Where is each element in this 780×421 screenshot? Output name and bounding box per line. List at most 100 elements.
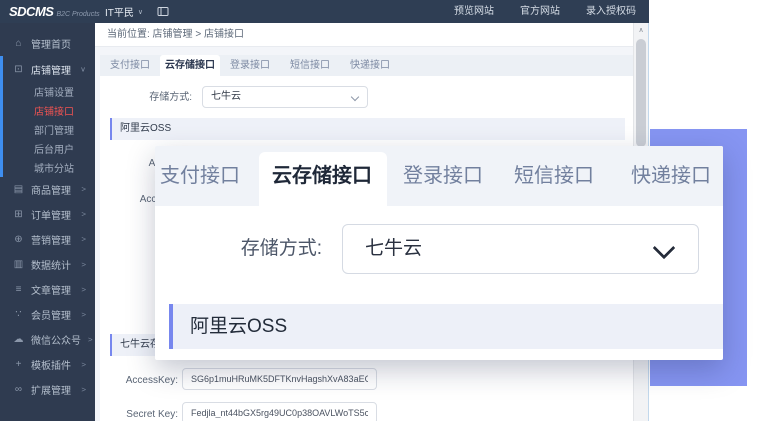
sidebar-item-shop-manage[interactable]: ⊡ 店铺管理 ∨ bbox=[0, 56, 95, 82]
sidebar-item-orders[interactable]: ⊞ 订单管理 > bbox=[0, 202, 95, 227]
article-icon: ≡ bbox=[13, 284, 24, 295]
chevron-right-icon: > bbox=[88, 335, 93, 343]
sidebar-item-members[interactable]: ∵ 会员管理 > bbox=[0, 302, 95, 327]
topbar: SDCMS B2C Products IT平民 ∨ 预览网站 官方网站 录入授权… bbox=[0, 0, 649, 23]
chevron-right-icon: > bbox=[81, 385, 86, 393]
overlay-section-aliyun-oss: 阿里云OSS bbox=[169, 304, 723, 349]
magnifier-overlay: 支付接口 云存储接口 登录接口 短信接口 快递接口 存储方式: 七牛云 阿里云O… bbox=[155, 146, 723, 360]
chevron-right-icon: > bbox=[81, 285, 86, 293]
tab-express[interactable]: 快递接口 bbox=[340, 55, 400, 76]
sidebar-item-label: 管理首页 bbox=[31, 36, 71, 51]
overlay-tab-sms[interactable]: 短信接口 bbox=[514, 146, 594, 206]
shop-icon: ⊡ bbox=[13, 64, 24, 75]
qiniu-secretkey-label: Secret Key: bbox=[100, 404, 178, 421]
overlay-tab-payment[interactable]: 支付接口 bbox=[160, 146, 240, 206]
qiniu-accesskey-field[interactable] bbox=[182, 368, 377, 390]
sidebar-item-articles[interactable]: ≡ 文章管理 > bbox=[0, 277, 95, 302]
tab-payment[interactable]: 支付接口 bbox=[100, 55, 160, 76]
sidebar-item-label: 后台用户 bbox=[34, 141, 74, 156]
breadcrumb: 当前位置: 店铺管理 > 店铺接口 bbox=[95, 23, 633, 47]
tab-strip: 支付接口 云存储接口 登录接口 短信接口 快递接口 bbox=[100, 55, 633, 76]
user-menu[interactable]: IT平民 ∨ bbox=[105, 4, 143, 19]
chevron-right-icon: > bbox=[81, 235, 86, 243]
overlay-storage-method-value: 七牛云 bbox=[365, 238, 422, 259]
sidebar-item-label: 部门管理 bbox=[34, 122, 74, 137]
qiniu-secretkey-field[interactable] bbox=[182, 402, 377, 421]
preview-site-button[interactable]: 预览网站 bbox=[441, 0, 507, 23]
chevron-down-icon: ∨ bbox=[138, 8, 143, 16]
sidebar-item-products[interactable]: ▤ 商品管理 > bbox=[0, 177, 95, 202]
logo-suffix: B2C Products bbox=[56, 11, 99, 18]
overlay-tab-express[interactable]: 快递接口 bbox=[631, 146, 711, 206]
chevron-down-icon bbox=[653, 237, 676, 260]
sidebar-item-label: 店铺管理 bbox=[31, 62, 71, 77]
sidebar-item-label: 营销管理 bbox=[31, 232, 71, 247]
sidebar-item-department[interactable]: 部门管理 bbox=[0, 120, 95, 139]
topbar-links: 预览网站 官方网站 录入授权码 bbox=[441, 0, 649, 23]
sidebar-item-city-subsite[interactable]: 城市分站 bbox=[0, 158, 95, 177]
official-site-button[interactable]: 官方网站 bbox=[507, 0, 573, 23]
user-name: IT平民 bbox=[105, 4, 134, 19]
chevron-down-icon bbox=[351, 93, 359, 101]
chevron-right-icon: > bbox=[81, 210, 86, 218]
sidebar-item-templates[interactable]: + 模板插件 > bbox=[0, 352, 95, 377]
sidebar-item-label: 扩展管理 bbox=[31, 382, 71, 397]
sidebar-item-label: 模板插件 bbox=[31, 357, 71, 372]
overlay-tab-strip: 支付接口 云存储接口 登录接口 短信接口 快递接口 bbox=[155, 146, 723, 206]
sidebar-item-statistics[interactable]: ▥ 数据统计 > bbox=[0, 252, 95, 277]
enter-license-button[interactable]: 录入授权码 bbox=[573, 0, 649, 23]
collapse-icon bbox=[157, 6, 169, 17]
sidebar-item-label: 数据统计 bbox=[31, 257, 71, 272]
sidebar-item-home[interactable]: ⌂ 管理首页 bbox=[0, 30, 95, 56]
sidebar-item-label: 店铺设置 bbox=[34, 84, 74, 99]
sidebar-item-label: 城市分站 bbox=[34, 160, 74, 175]
chevron-right-icon: > bbox=[81, 260, 86, 268]
product-icon: ▤ bbox=[13, 184, 24, 195]
qiniu-secretkey-input[interactable] bbox=[191, 403, 368, 421]
sidebar-item-label: 文章管理 bbox=[31, 282, 71, 297]
scrollbar-up-arrow[interactable]: ∧ bbox=[634, 23, 648, 37]
sidebar-item-extensions[interactable]: ∞ 扩展管理 > bbox=[0, 377, 95, 402]
member-icon: ∵ bbox=[13, 309, 24, 320]
section-aliyun-oss: 阿里云OSS bbox=[110, 118, 625, 140]
sidebar-item-label: 微信公众号 bbox=[31, 332, 81, 347]
sidebar-item-marketing[interactable]: ⊕ 营销管理 > bbox=[0, 227, 95, 252]
overlay-storage-method-label: 存储方式: bbox=[155, 224, 322, 274]
sidebar-item-label: 商品管理 bbox=[31, 182, 71, 197]
sidebar-item-shop-settings[interactable]: 店铺设置 bbox=[0, 82, 95, 101]
chevron-right-icon: > bbox=[81, 185, 86, 193]
overlay-tab-login[interactable]: 登录接口 bbox=[403, 146, 483, 206]
chevron-down-icon: ∨ bbox=[80, 65, 86, 73]
sidebar-item-wechat[interactable]: ☁ 微信公众号 > bbox=[0, 327, 95, 352]
tab-login[interactable]: 登录接口 bbox=[220, 55, 280, 76]
sidebar-item-shop-interface[interactable]: 店铺接口 bbox=[0, 101, 95, 120]
sidebar-item-label: 订单管理 bbox=[31, 207, 71, 222]
logo-text: SDCMS bbox=[9, 4, 53, 19]
qiniu-accesskey-label: AccessKey: bbox=[100, 370, 178, 392]
overlay-storage-method-select[interactable]: 七牛云 bbox=[342, 224, 699, 274]
logo: SDCMS B2C Products bbox=[0, 4, 95, 19]
home-icon: ⌂ bbox=[13, 38, 24, 49]
extension-icon: ∞ bbox=[13, 384, 24, 395]
template-icon: + bbox=[13, 359, 24, 370]
stats-icon: ▥ bbox=[13, 259, 24, 270]
qiniu-accesskey-input[interactable] bbox=[191, 369, 368, 389]
collapse-sidebar-button[interactable] bbox=[157, 6, 169, 17]
tab-cloud-storage[interactable]: 云存储接口 bbox=[160, 55, 220, 76]
sidebar-submenu: 店铺设置 店铺接口 部门管理 后台用户 城市分站 bbox=[0, 82, 95, 177]
sidebar-active-accent bbox=[0, 56, 3, 177]
storage-method-select[interactable]: 七牛云 bbox=[202, 86, 368, 108]
storage-method-value: 七牛云 bbox=[211, 91, 241, 102]
chevron-right-icon: > bbox=[81, 360, 86, 368]
sidebar: ⌂ 管理首页 ⊡ 店铺管理 ∨ 店铺设置 店铺接口 部门管理 后台用户 城市分站 bbox=[0, 23, 95, 421]
tab-sms[interactable]: 短信接口 bbox=[280, 55, 340, 76]
sidebar-item-label: 会员管理 bbox=[31, 307, 71, 322]
sidebar-item-backend-users[interactable]: 后台用户 bbox=[0, 139, 95, 158]
storage-method-label: 存储方式: bbox=[100, 87, 192, 109]
scrollbar-thumb[interactable] bbox=[636, 39, 646, 147]
order-icon: ⊞ bbox=[13, 209, 24, 220]
wechat-icon: ☁ bbox=[13, 334, 24, 345]
sidebar-item-label: 店铺接口 bbox=[34, 103, 74, 118]
chevron-right-icon: > bbox=[81, 310, 86, 318]
overlay-tab-cloud-storage[interactable]: 云存储接口 bbox=[272, 146, 372, 206]
